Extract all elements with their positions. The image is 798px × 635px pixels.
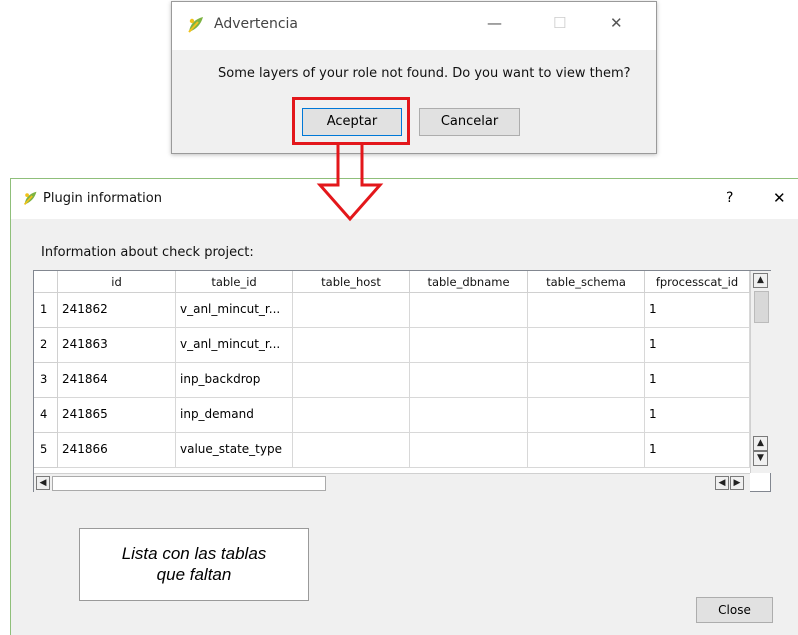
help-button[interactable]: ? (726, 190, 733, 206)
annotation-line: Lista con las tablas (121, 544, 267, 563)
close-icon[interactable]: ✕ (610, 14, 623, 32)
row-header[interactable]: 1 (34, 293, 58, 328)
plugin-title: Plugin information (43, 191, 162, 206)
warning-titlebar: Advertencia — ☐ ✕ (172, 2, 656, 50)
column-header[interactable]: table_host (293, 271, 410, 293)
warning-title: Advertencia (214, 16, 299, 32)
info-label: Information about check project: (41, 245, 254, 260)
vertical-scrollbar[interactable]: ▲ ▲ ▼ (750, 271, 771, 473)
column-header[interactable]: table_id (176, 271, 293, 293)
horizontal-scrollbar[interactable]: ◀ ◀ ▶ (34, 473, 750, 492)
column-header[interactable]: table_schema (528, 271, 645, 293)
table-cell[interactable]: v_anl_mincut_r... (176, 293, 293, 328)
down-arrow-icon (316, 145, 384, 222)
scroll-right-icon[interactable]: ▶ (730, 476, 744, 490)
table-cell[interactable] (293, 293, 410, 328)
warning-message: Some layers of your role not found. Do y… (218, 66, 631, 81)
column-header[interactable]: id (58, 271, 176, 293)
column-header[interactable]: table_dbname (410, 271, 528, 293)
table-cell[interactable] (410, 398, 528, 433)
annotation-note: Lista con las tablas que faltan (79, 528, 309, 601)
table-cell[interactable] (293, 328, 410, 363)
table-cell[interactable]: 241863 (58, 328, 176, 363)
corner-header[interactable] (34, 271, 58, 293)
scrollbar-thumb[interactable] (754, 291, 769, 323)
table-cell[interactable] (293, 433, 410, 468)
minimize-button[interactable]: — (487, 14, 502, 32)
table-cell[interactable]: 241865 (58, 398, 176, 433)
table-cell[interactable]: value_state_type (176, 433, 293, 468)
table-cell[interactable] (410, 363, 528, 398)
table-cell[interactable]: inp_demand (176, 398, 293, 433)
annotation-line: que faltan (156, 565, 232, 584)
row-header[interactable]: 5 (34, 433, 58, 468)
scroll-left-icon[interactable]: ◀ (715, 476, 729, 490)
highlight-box (292, 97, 410, 145)
table-cell[interactable]: 1 (645, 328, 750, 363)
table-cell[interactable]: 1 (645, 398, 750, 433)
column-header[interactable]: fprocesscat_id (645, 271, 750, 293)
table-cell[interactable]: 241866 (58, 433, 176, 468)
table-cell[interactable] (528, 328, 645, 363)
table-cell[interactable] (293, 363, 410, 398)
table-cell[interactable] (293, 398, 410, 433)
row-header[interactable]: 3 (34, 363, 58, 398)
table-cell[interactable] (528, 433, 645, 468)
info-table: id table_id table_host table_dbname tabl… (33, 270, 771, 492)
table-cell[interactable]: 1 (645, 363, 750, 398)
warning-dialog: Advertencia — ☐ ✕ Some layers of your ro… (171, 1, 657, 154)
table-cell[interactable] (410, 433, 528, 468)
table-cell[interactable]: 241862 (58, 293, 176, 328)
row-header[interactable]: 4 (34, 398, 58, 433)
close-button[interactable]: Close (696, 597, 773, 623)
scroll-down-icon[interactable]: ▼ (753, 451, 768, 466)
plugin-titlebar: Plugin information ? ✕ (11, 179, 798, 219)
plugin-info-dialog: Plugin information ? ✕ Information about… (10, 178, 798, 635)
table-cell[interactable]: inp_backdrop (176, 363, 293, 398)
qgis-logo-icon (23, 191, 37, 206)
table-cell[interactable] (528, 363, 645, 398)
table-cell[interactable] (410, 293, 528, 328)
table-cell[interactable]: 241864 (58, 363, 176, 398)
close-icon[interactable]: ✕ (773, 189, 786, 207)
scroll-up-icon[interactable]: ▲ (753, 436, 768, 451)
row-header[interactable]: 2 (34, 328, 58, 363)
table-cell[interactable]: 1 (645, 433, 750, 468)
table-cell[interactable]: v_anl_mincut_r... (176, 328, 293, 363)
scroll-left-icon[interactable]: ◀ (36, 476, 50, 490)
maximize-button[interactable]: ☐ (553, 14, 566, 32)
table-cell[interactable] (528, 293, 645, 328)
scrollbar-thumb[interactable] (52, 476, 326, 491)
table-cell[interactable] (410, 328, 528, 363)
table-cell[interactable] (528, 398, 645, 433)
qgis-logo-icon (188, 17, 203, 33)
scroll-up-icon[interactable]: ▲ (753, 273, 768, 288)
table-cell[interactable]: 1 (645, 293, 750, 328)
cancel-button[interactable]: Cancelar (419, 108, 520, 136)
